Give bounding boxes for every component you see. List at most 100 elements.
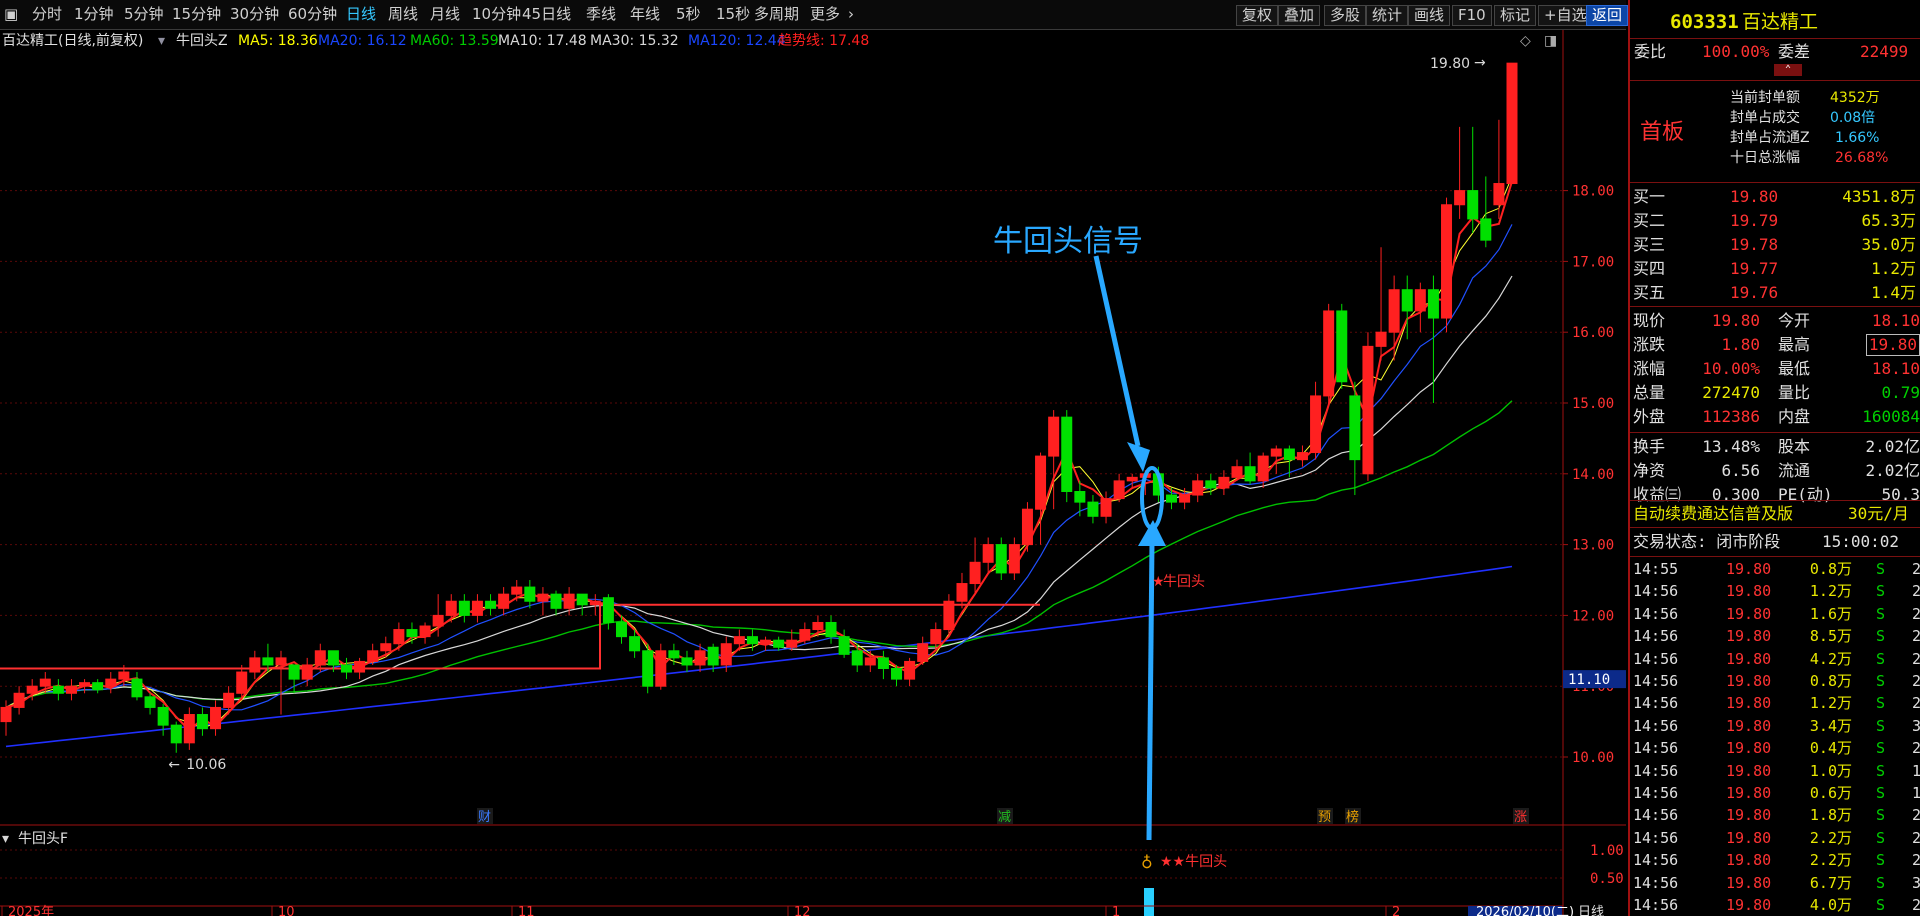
candle — [733, 636, 745, 645]
candle — [1074, 491, 1086, 503]
promo-row[interactable]: 自动续费通达信普及版 30元/月 — [1630, 502, 1920, 526]
tick-row[interactable]: 14:56 19.80 2.2万 S 2 — [1630, 849, 1920, 871]
period-tab[interactable]: 15分钟 — [172, 0, 221, 29]
collapse-icon[interactable]: ⌃ — [1774, 64, 1802, 76]
period-tab[interactable]: 30分钟 — [230, 0, 279, 29]
candle — [511, 586, 523, 595]
stat-label: 最低 — [1778, 359, 1811, 378]
stat-label: 涨幅 — [1633, 359, 1666, 378]
candle — [825, 621, 837, 638]
bid-row[interactable]: 买一 19.80 4351.8万 — [1630, 185, 1920, 209]
tick-time: 14:56 — [1633, 851, 1679, 870]
low-arrow-icon: ← — [168, 757, 180, 773]
period-tab[interactable]: 月线 — [430, 0, 460, 29]
tick-row[interactable]: 14:56 19.80 1.8万 S 2 — [1630, 804, 1920, 826]
period-tab[interactable]: 年线 — [630, 0, 660, 29]
toolbar-action-button[interactable]: 画线 — [1408, 5, 1451, 26]
ma20-line — [5, 224, 1513, 711]
candle — [1349, 395, 1361, 461]
seal-info-row: 十日总涨幅 26.68% — [1630, 148, 1920, 168]
tick-row[interactable]: 14:56 19.80 8.5万 S 2 — [1630, 625, 1920, 647]
tick-row[interactable]: 14:56 19.80 4.2万 S 2 — [1630, 648, 1920, 670]
period-tab[interactable]: 日线 — [346, 0, 376, 29]
tick-row[interactable]: 14:56 19.80 1.2万 S 2 — [1630, 692, 1920, 714]
candle — [1087, 501, 1099, 517]
toolbar-action-button[interactable]: +自选 — [1538, 5, 1593, 26]
tick-row[interactable]: 14:56 19.80 6.7万 S 3 — [1630, 872, 1920, 894]
seal-info-value: 0.08倍 — [1830, 110, 1876, 126]
candle — [1296, 452, 1308, 461]
candle — [65, 685, 77, 694]
tick-row[interactable]: 14:56 19.80 3.4万 S 3 — [1630, 715, 1920, 737]
tick-row[interactable]: 14:56 19.80 0.4万 S 2 — [1630, 737, 1920, 759]
candle — [354, 660, 366, 673]
candle — [1506, 62, 1518, 185]
period-tab[interactable]: 10分钟 — [472, 0, 521, 29]
period-tab[interactable]: 更多 — [810, 0, 840, 29]
annotation-arrow — [1093, 255, 1141, 447]
candle — [891, 668, 903, 680]
tick-time: 14:55 — [1633, 560, 1679, 578]
promo-price[interactable]: 30元/月 — [1848, 502, 1909, 526]
bid-row[interactable]: 买五 19.76 1.4万 — [1630, 281, 1920, 305]
signal-up-arrowhead — [1138, 520, 1166, 546]
tick-row[interactable]: 14:56 19.80 4.0万 S 2 — [1630, 894, 1920, 916]
candle — [1021, 508, 1033, 546]
candle — [615, 621, 627, 638]
toolbar-action-button[interactable]: 统计 — [1366, 5, 1409, 26]
toolbar-action-button[interactable]: 多股 — [1324, 5, 1367, 26]
period-tab[interactable]: 15秒 — [716, 0, 750, 29]
candle — [327, 650, 339, 666]
tick-side: S — [1876, 761, 1886, 780]
candle — [930, 629, 942, 645]
tick-row[interactable]: 14:56 19.80 1.0万 S 1 — [1630, 760, 1920, 782]
tick-price: 19.80 — [1726, 806, 1772, 825]
kline-chart[interactable]: 18.00 17.00 16.00 15.00 14.00 13.00 12.00 1 1.00… — [0, 30, 1626, 916]
tick-row[interactable]: 14:55 19.80 0.8万 S 2 — [1630, 558, 1920, 580]
tick-price: 19.80 — [1726, 649, 1772, 668]
tick-row[interactable]: 14:56 19.80 2.2万 S 2 — [1630, 827, 1920, 849]
candle — [1008, 544, 1020, 574]
stat-value: 13.48% — [1702, 437, 1760, 456]
tick-row[interactable]: 14:56 19.80 0.6万 S 1 — [1630, 782, 1920, 804]
seal-info-label: 封单占流通Z — [1730, 130, 1810, 146]
more-chevron-icon[interactable]: › — [848, 0, 854, 29]
promo-text[interactable]: 自动续费通达信普及版 — [1633, 502, 1793, 526]
candle — [602, 597, 614, 623]
period-tab[interactable]: 1分钟 — [74, 0, 114, 29]
period-tab[interactable]: 季线 — [586, 0, 616, 29]
window-menu-icon[interactable]: ▣ — [4, 0, 18, 29]
bid-price: 19.78 — [1730, 235, 1779, 254]
period-tab[interactable]: 45日线 — [522, 0, 571, 29]
toolbar-action-button[interactable]: 返回 — [1586, 5, 1629, 26]
period-tab[interactable]: 多周期 — [754, 0, 799, 29]
toolbar-action-button[interactable]: 标记 — [1494, 5, 1537, 26]
candle — [288, 664, 300, 680]
toolbar-action-button[interactable]: 复权 — [1236, 5, 1279, 26]
bid-row[interactable]: 买三 19.78 35.0万 — [1630, 233, 1920, 257]
bid-row[interactable]: 买四 19.77 1.2万 — [1630, 257, 1920, 281]
bid-row[interactable]: 买二 19.79 65.3万 — [1630, 209, 1920, 233]
period-tab[interactable]: 60分钟 — [288, 0, 337, 29]
tick-count: 2 — [1912, 670, 1920, 692]
y-tick-label: 14.00 — [1572, 467, 1614, 483]
tick-row[interactable]: 14:56 19.80 1.6万 S 2 — [1630, 603, 1920, 625]
tick-row[interactable]: 14:56 19.80 1.2万 S 2 — [1630, 580, 1920, 602]
candle — [419, 625, 431, 638]
signal-label: ★★牛回头 — [1160, 854, 1227, 870]
period-tab[interactable]: 5秒 — [676, 0, 701, 29]
period-tab[interactable]: 分时 — [32, 0, 62, 29]
tick-row[interactable]: 14:56 19.80 0.8万 S 2 — [1630, 670, 1920, 692]
toolbar-action-button[interactable]: 叠加 — [1278, 5, 1321, 26]
candle — [550, 593, 562, 609]
period-tab[interactable]: 5分钟 — [124, 0, 164, 29]
toolbar-action-button[interactable]: F10 — [1452, 5, 1492, 26]
candle — [196, 714, 208, 730]
candle — [485, 600, 497, 609]
stat-label: 流通 — [1778, 461, 1811, 480]
candle — [537, 593, 549, 602]
candle — [131, 678, 143, 698]
stats-row: 涨跌 1.80 最高 19.80 — [1630, 333, 1920, 357]
candle — [877, 657, 889, 670]
period-tab[interactable]: 周线 — [388, 0, 418, 29]
